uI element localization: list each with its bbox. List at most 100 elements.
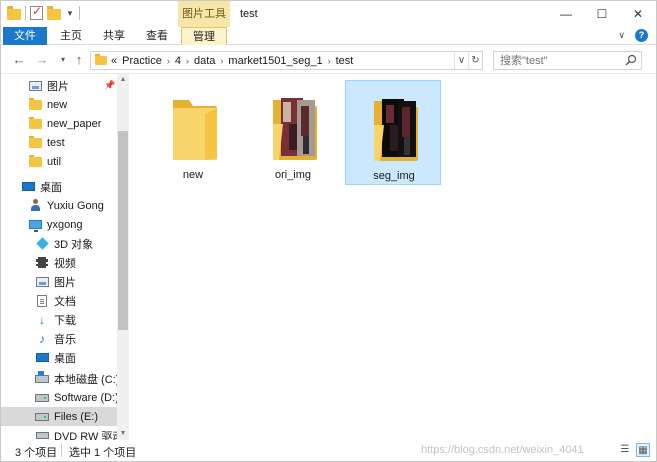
breadcrumb-item[interactable]: Practice (122, 55, 162, 67)
scrollbar-thumb[interactable] (118, 131, 128, 330)
minimize-button[interactable]: — (548, 1, 584, 27)
breadcrumb-item[interactable]: test (336, 55, 354, 67)
search-icon[interactable] (625, 54, 637, 66)
item-name: new (182, 169, 204, 181)
sidebar-item-this-pc[interactable]: yxgong (1, 215, 117, 234)
sidebar-item-util[interactable]: util (1, 152, 117, 171)
new-folder-icon[interactable] (47, 5, 61, 20)
refresh-icon[interactable]: ↻ (468, 52, 482, 69)
sidebar-item-drive-c[interactable]: 本地磁盘 (C:) (1, 369, 119, 388)
sidebar-item-downloads[interactable]: ↓ 下载 (1, 310, 117, 329)
maximize-button[interactable]: ☐ (584, 1, 620, 27)
sidebar-item-label: test (47, 136, 65, 149)
item-count: 3 个项目 (15, 447, 58, 459)
sidebar-item-new[interactable]: new (1, 95, 117, 114)
address-bar[interactable]: « Practice › 4 › data › market1501_seg_1… (90, 51, 483, 70)
sidebar-item-documents[interactable]: 文档 (1, 291, 117, 310)
sidebar-item-test[interactable]: test (1, 133, 117, 152)
breadcrumb-separator-icon[interactable]: › (167, 56, 170, 66)
customize-dropdown-icon[interactable]: ▾ (65, 8, 75, 19)
sidebar-item-pictures[interactable]: 图片 📌 (1, 76, 117, 95)
address-dropdown-icon[interactable]: ∨ (454, 52, 468, 69)
sidebar-item-new-paper[interactable]: new_paper (1, 114, 117, 133)
download-icon: ↓ (39, 312, 45, 327)
sidebar-item-pictures-pc[interactable]: 图片 (1, 272, 117, 291)
navigation-pane: 图片 📌 new new_paper test util 桌面 Yuxiu Go… (1, 74, 129, 440)
sidebar-item-label: new_paper (47, 117, 102, 130)
sidebar-item-dvd[interactable]: DVD RW 驱动 (1, 426, 123, 440)
tab-file[interactable]: 文件 (3, 27, 47, 45)
tab-home[interactable]: 主页 (53, 27, 89, 45)
sidebar-item-label: yxgong (47, 218, 83, 231)
toolbar-divider (79, 6, 80, 20)
large-icons-view-icon[interactable]: ▦ (636, 443, 650, 457)
recent-locations-icon[interactable]: ▾ (55, 52, 71, 68)
breadcrumb-separator-icon[interactable]: › (220, 56, 223, 66)
folder-icon (28, 97, 42, 111)
desktop-icon (21, 180, 35, 193)
tab-manage[interactable]: 管理 (181, 27, 227, 45)
picture-tools-group: 图片工具 (178, 1, 230, 27)
breadcrumb-item[interactable]: market1501_seg_1 (228, 55, 322, 67)
tab-share[interactable]: 共享 (96, 27, 132, 45)
sidebar-item-desktop[interactable]: 桌面 (1, 177, 117, 196)
computer-icon (28, 218, 42, 232)
breadcrumb-separator-icon[interactable]: › (186, 56, 189, 66)
desktop-icon (35, 351, 49, 364)
folder-icon (95, 54, 107, 65)
properties-icon[interactable] (30, 4, 43, 20)
breadcrumb-item[interactable]: data (194, 55, 215, 67)
pin-icon[interactable]: 📌 (104, 80, 115, 91)
expand-ribbon-icon[interactable]: ∨ (618, 30, 625, 41)
drive-icon (35, 410, 49, 423)
ribbon-tabs: 文件 主页 共享 查看 管理 ∨ ? (1, 27, 656, 45)
sidebar-item-drive-e[interactable]: Files (E:) (1, 407, 117, 426)
folder-icon[interactable] (7, 5, 21, 20)
sidebar-item-label: 3D 对象 (54, 238, 94, 251)
view-toggle: ☰ ▦ (618, 443, 650, 457)
dvd-icon (35, 429, 49, 440)
close-button[interactable]: ✕ (620, 1, 656, 27)
breadcrumb-item[interactable]: 4 (175, 55, 181, 67)
toolbar-divider (25, 6, 26, 20)
pictures-icon (35, 275, 49, 288)
scroll-up-icon[interactable]: ▲ (117, 74, 129, 86)
scroll-down-icon[interactable]: ▼ (117, 428, 129, 440)
folder-icon (28, 135, 42, 149)
back-arrow-icon[interactable]: ← (11, 52, 27, 68)
sidebar-item-music[interactable]: ♪ 音乐 (1, 329, 117, 348)
status-bar: 3 个项目 选中 1 个项目 https://blog.csdn.net/wei… (1, 440, 656, 461)
breadcrumb-separator-icon[interactable]: › (328, 56, 331, 66)
image-folder-icon (374, 99, 418, 161)
video-icon (35, 256, 49, 269)
sidebar-item-label: DVD RW 驱动 (54, 430, 124, 441)
sidebar-item-label: 视频 (54, 257, 76, 270)
tab-view[interactable]: 查看 (139, 27, 175, 45)
sidebar-item-3d-objects[interactable]: 3D 对象 (1, 234, 117, 253)
up-arrow-icon[interactable]: ↑ (71, 52, 87, 68)
breadcrumb-overflow[interactable]: « (111, 55, 117, 67)
sidebar-item-user[interactable]: Yuxiu Gong (1, 196, 117, 215)
drive-icon (35, 370, 49, 385)
navigation-scrollbar[interactable]: ▲ ▼ (117, 74, 129, 440)
sidebar-item-desktop-pc[interactable]: 桌面 (1, 348, 117, 367)
search-input[interactable] (494, 52, 614, 69)
window-title: test (240, 8, 258, 20)
quick-access-toolbar: ▾ (7, 4, 80, 20)
explorer-window: ▾ 图片工具 test — ☐ ✕ 文件 主页 共享 查看 管理 ∨ ? ← →… (0, 0, 657, 462)
folder-item-ori-img[interactable]: ori_img (245, 80, 341, 185)
sidebar-item-label: 图片 (54, 276, 76, 289)
folder-item-seg-img[interactable]: seg_img (345, 80, 441, 185)
selection-count: 选中 1 个项目 (69, 447, 137, 459)
image-folder-icon (273, 98, 317, 160)
title-bar: ▾ 图片工具 test — ☐ ✕ (1, 1, 656, 27)
folder-item-new[interactable]: new (145, 80, 241, 185)
details-view-icon[interactable]: ☰ (618, 443, 632, 457)
sidebar-item-label: 文档 (54, 295, 76, 308)
forward-arrow-icon[interactable]: → (34, 52, 50, 68)
3d-objects-icon (35, 237, 49, 250)
help-icon[interactable]: ? (635, 29, 648, 42)
sidebar-item-drive-d[interactable]: Software (D:) (1, 388, 119, 407)
sidebar-item-videos[interactable]: 视频 (1, 253, 117, 272)
sidebar-item-label: util (47, 155, 62, 168)
